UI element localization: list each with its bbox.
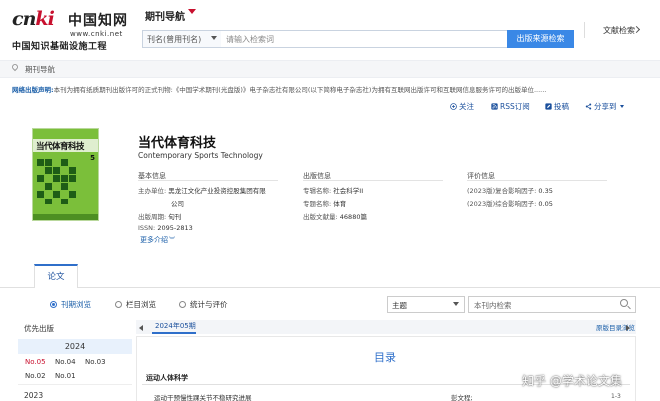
issue-link[interactable]: No.04 <box>55 358 76 366</box>
tab-papers[interactable]: 论文 <box>34 264 78 288</box>
plus-icon <box>450 103 457 110</box>
logo-mark: cnki <box>12 8 55 30</box>
search-input[interactable]: 请输入检索词 <box>221 30 508 48</box>
radio-stats-evaluation[interactable]: 统计与评价 <box>179 299 228 310</box>
topic-select[interactable]: 主题 <box>387 296 465 313</box>
tab-bar-divider <box>0 287 660 288</box>
divider <box>467 180 607 181</box>
breadcrumb[interactable]: 期刊导航 <box>25 64 55 75</box>
chevron-down-icon: ︾ <box>169 237 176 244</box>
year-2024[interactable]: 2024 <box>18 339 132 354</box>
divider <box>303 180 443 181</box>
active-tab-indicator <box>152 332 196 334</box>
search-field-select-label: 刊名(曾用刊名) <box>147 35 202 44</box>
cnki-logo[interactable]: cnki 中国知网 www.cnki.net 中国知识基础设施工程 <box>12 8 130 52</box>
compound-impact-factor: (2023版)复合影响因子: 0.35 <box>467 187 553 195</box>
logo-chinese-name: 中国知网 <box>68 13 128 29</box>
more-info-link[interactable]: 更多介绍︾ <box>140 235 175 245</box>
journal-title: 当代体育科技 <box>138 136 217 151</box>
page-root: cnki 中国知网 www.cnki.net 中国知识基础设施工程 期刊导航 刊… <box>0 0 660 401</box>
in-journal-search-input[interactable]: 本刊内检索 <box>468 296 636 313</box>
issue-tab-bar <box>136 320 636 334</box>
journal-cover-image[interactable]: 当代体育科技 5 <box>32 128 99 221</box>
publish-cycle: 出版周期: 旬刊 <box>138 213 182 221</box>
article-title-link[interactable]: 运动干预慢性踝关节不稳研究进展 <box>154 392 252 401</box>
publishing-notice: 网络出版声明:本刊为拥有纸质期刊出版许可的正式刊物:《中国学术期刊(光盘版)》电… <box>12 84 592 94</box>
issn: ISSN: 2095-2813 <box>138 224 193 232</box>
issue-tab[interactable]: 2024年05期 <box>155 321 196 331</box>
logo-url: www.cnki.net <box>70 30 123 38</box>
radio-browse-by-issue[interactable]: 刊期浏览 <box>50 299 91 310</box>
radio-browse-by-column[interactable]: 栏目浏览 <box>115 299 156 310</box>
divider <box>18 384 132 385</box>
next-arrow-icon[interactable] <box>626 325 630 331</box>
year-2023[interactable]: 2023 <box>24 391 43 400</box>
host-unit-cont: 公司 <box>171 200 184 208</box>
toc-heading: 目录 <box>374 351 396 364</box>
prev-arrow-icon[interactable] <box>139 325 143 331</box>
follow-button[interactable]: 关注 <box>450 101 474 112</box>
share-button[interactable]: 分享到 <box>585 101 624 112</box>
rss-button[interactable]: RSS订阅 <box>491 101 530 112</box>
caret-down-icon[interactable] <box>188 9 196 14</box>
issue-link[interactable]: No.02 <box>25 372 46 380</box>
submit-manuscript-button[interactable]: 投稿 <box>545 101 569 112</box>
article-author[interactable]: 彭文程; <box>451 392 473 401</box>
issue-link[interactable]: No.05 <box>25 358 46 366</box>
chevron-down-icon <box>453 302 459 306</box>
logo-subtitle: 中国知识基础设施工程 <box>12 42 108 52</box>
literature-search-link[interactable]: 文献检索 <box>603 25 635 36</box>
topic-name: 专题名称: 体育 <box>303 200 347 208</box>
radio-dot <box>179 301 186 308</box>
publication-count: 出版文献量: 46880篇 <box>303 213 367 221</box>
issue-link[interactable]: No.01 <box>55 372 76 380</box>
host-unit: 主办单位: 黑龙江文化产业投资控股集团有限 <box>138 187 266 195</box>
rss-icon <box>491 103 498 110</box>
journal-english-title: Contemporary Sports Technology <box>138 151 263 160</box>
section-title: 运动人体科学 <box>146 374 188 382</box>
priority-publish-title[interactable]: 优先出版 <box>24 323 54 334</box>
cover-issue-number: 5 <box>90 154 95 162</box>
search-button[interactable]: 出版来源检索 <box>507 30 574 48</box>
header-divider <box>584 22 585 38</box>
issue-link[interactable]: No.03 <box>85 358 106 366</box>
chevron-down-icon <box>211 36 217 40</box>
search-field-select[interactable]: 刊名(曾用刊名) <box>142 30 222 48</box>
caret-down-icon <box>619 105 624 108</box>
search-icon[interactable] <box>620 299 628 307</box>
edit-icon <box>545 103 552 110</box>
cover-title: 当代体育科技 <box>36 142 85 152</box>
radio-dot <box>115 301 122 308</box>
nav-title[interactable]: 期刊导航 <box>145 8 185 23</box>
share-icon <box>585 103 592 110</box>
notice-text: 本刊为拥有纸质期刊出版许可的正式刊物:《中国学术期刊(光盘版)》电子杂志社有限公… <box>53 86 547 94</box>
album-name: 专辑名称: 社会科学II <box>303 187 364 195</box>
cover-pattern <box>37 159 81 205</box>
notice-label: 网络出版声明: <box>12 86 54 94</box>
comprehensive-impact-factor: (2023版)综合影响因子: 0.05 <box>467 200 553 208</box>
divider <box>138 180 278 181</box>
watermark: 知乎 @学术论文集 <box>522 374 622 388</box>
article-pages: 1-3 <box>611 393 621 400</box>
radio-dot <box>50 301 57 308</box>
breadcrumb-bar <box>0 60 660 78</box>
